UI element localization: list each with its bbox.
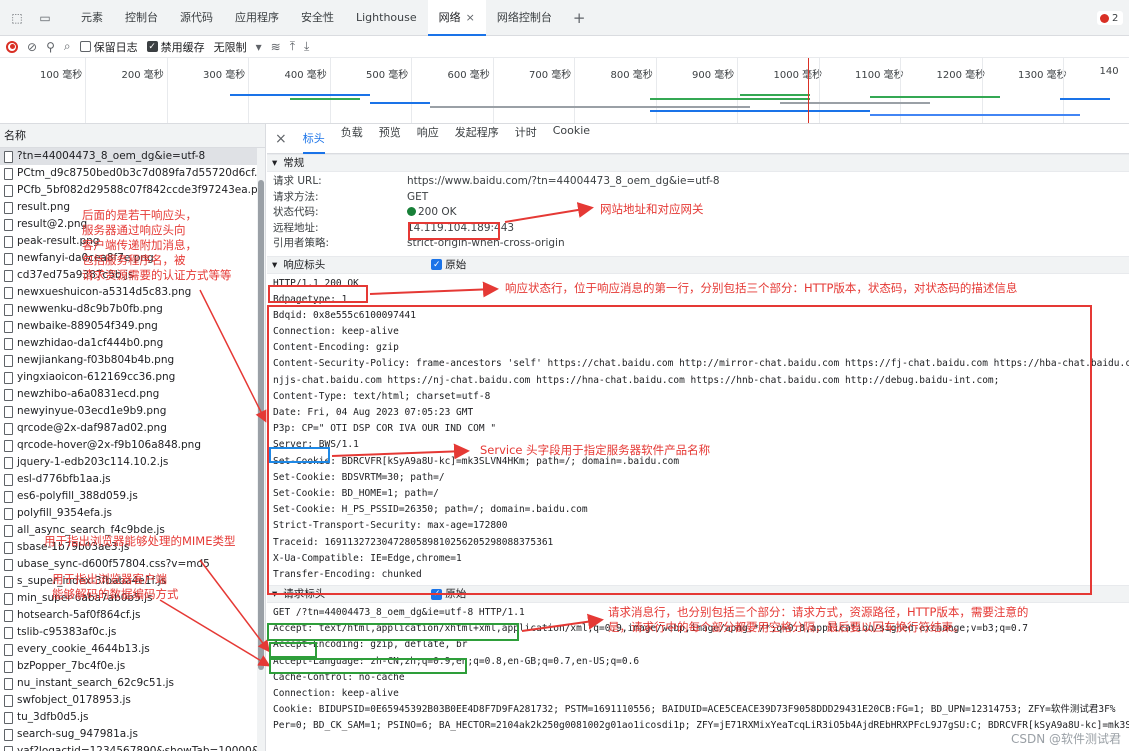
arrow	[199, 559, 270, 653]
request-annotation: 请求消息行，也分别包括三个部分：请求方式，资源路径，HTTP版本，需要注意的 是，…	[608, 605, 1028, 635]
annotation-line: 服务器通过响应头向	[82, 223, 186, 237]
annotation-line: 用于指出浏览器客户端	[52, 572, 167, 586]
status-line-highlight	[268, 285, 368, 303]
accept-encoding-highlight	[269, 658, 467, 674]
request-line-highlight	[267, 623, 519, 641]
annotation-line: 客户端传递附加消息，	[82, 238, 197, 252]
accept-header-highlight	[269, 642, 317, 658]
annotation-line: 请求资源需要的认证方式等等	[82, 268, 232, 282]
headers-annotation: 后面的是若干响应头， 服务器通过响应头向 客户端传递附加消息， 包括服务程序名，被 请求…	[82, 208, 232, 283]
arrow	[159, 599, 271, 667]
annotation-line: 后面的是若干响应头，	[82, 208, 197, 222]
arrow	[369, 281, 499, 298]
status-line-annotation: 响应状态行，位于响应消息的第一行，分别包括三个部分：HTTP版本，状态码，对状态…	[505, 281, 1018, 295]
watermark: CSDN @软件测试君	[1010, 732, 1121, 746]
annotation-line: 是，请求行中的每个部分都要用空格分隔，最后要以回车换行符结束。	[608, 620, 965, 634]
arrow	[504, 202, 594, 223]
url-annotation: 网站地址和对应网关	[600, 202, 704, 216]
annotation-line: 能够解码的数据编码方式	[52, 587, 179, 601]
annotation-line: 包括服务程序名，被	[82, 253, 186, 267]
server-annotation: Service 头字段用于指定服务器软件产品名称	[480, 443, 711, 457]
arrow	[199, 289, 267, 423]
server-header-highlight	[269, 447, 330, 463]
mime-annotation: 用于指出浏览器能够处理的MIME类型	[44, 534, 236, 548]
annotation-line: 请求消息行，也分别包括三个部分：请求方式，资源路径，HTTP版本，需要注意的	[608, 605, 1029, 619]
encoding-annotation: 用于指出浏览器客户端 能够解码的数据编码方式	[52, 572, 179, 602]
arrow	[521, 613, 604, 632]
